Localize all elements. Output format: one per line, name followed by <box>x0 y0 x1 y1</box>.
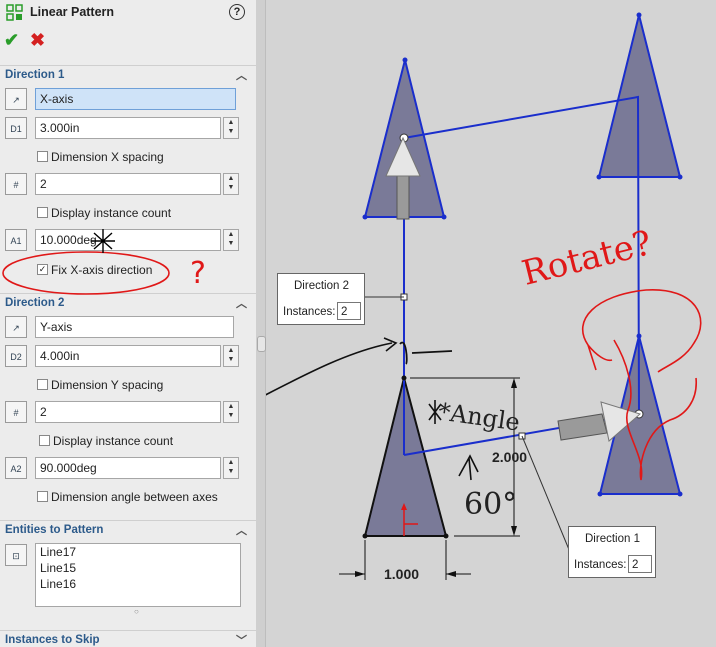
width-dimension-value[interactable]: 1.000 <box>384 566 419 582</box>
source-triangle <box>363 377 448 537</box>
direction2-spacing-input[interactable]: 4.000in <box>35 345 221 367</box>
direction1-spacing-input[interactable]: 3.000in <box>35 117 221 139</box>
ink-arrow-annotation <box>266 342 393 396</box>
direction1-spacing-spinner[interactable]: ▲ ▼ <box>223 117 239 139</box>
direction1-callout[interactable]: Direction 1 Instances: 2 <box>568 526 656 578</box>
display-instance-count-label-1: Display instance count <box>51 206 172 220</box>
direction2-header[interactable]: Direction 2 ︿ <box>0 293 256 314</box>
direction1-input[interactable]: X-axis <box>35 88 236 110</box>
direction2-instances-spinner[interactable]: ▲ ▼ <box>223 401 239 423</box>
expand-chevron-icon[interactable]: ﹀ <box>236 632 247 647</box>
dimension-x-spacing-label: Dimension X spacing <box>51 150 164 164</box>
ok-button[interactable]: ✔ <box>4 30 19 51</box>
panel-title: Linear Pattern <box>30 5 115 19</box>
direction1-instances-spinner[interactable]: ▲ ▼ <box>223 173 239 195</box>
question-mark-annotation: ? <box>190 256 206 291</box>
list-item[interactable]: Line15 <box>36 560 240 576</box>
instances-d1-icon: # <box>5 173 27 195</box>
panel-splitter[interactable] <box>256 0 266 647</box>
entities-header[interactable]: Entities to Pattern ︿ <box>0 520 256 541</box>
linear-pattern-icon <box>6 4 24 22</box>
cancel-button[interactable]: ✖ <box>30 30 45 51</box>
direction1-callout-title: Direction 1 <box>585 533 640 545</box>
splitter-grip[interactable] <box>257 336 266 352</box>
direction2-callout[interactable]: Direction 2 Instances: 2 <box>277 273 365 325</box>
direction2-spacing-spinner[interactable]: ▲ ▼ <box>223 345 239 367</box>
collapse-chevron-icon[interactable]: ︿ <box>236 295 247 311</box>
height-dimension-value[interactable]: 2.000 <box>492 449 527 465</box>
spacing-d2-icon: D2 <box>5 345 27 367</box>
resize-handle-icon[interactable]: ○ <box>134 607 139 616</box>
collapse-chevron-icon[interactable]: ︿ <box>236 522 247 538</box>
dimension-x-spacing-checkbox[interactable] <box>37 151 48 162</box>
dimension-angle-checkbox[interactable] <box>37 491 48 502</box>
direction1-instances-callout-input[interactable]: 2 <box>628 555 652 573</box>
direction1-callout-label: Instances: <box>574 559 627 571</box>
entities-header-label: Entities to Pattern <box>5 524 104 536</box>
skip-header-label: Instances to Skip <box>5 634 100 646</box>
direction2-header-label: Direction 2 <box>5 297 65 309</box>
entities-list[interactable]: Line17 Line15 Line16 <box>35 543 241 607</box>
angle-value-annotation: 60° <box>464 487 518 522</box>
direction1-header[interactable]: Direction 1 ︿ <box>0 65 256 86</box>
display-instance-count-checkbox-2[interactable] <box>39 435 50 446</box>
direction2-instances-callout-input[interactable]: 2 <box>337 302 361 320</box>
pattern-triangle-top-right <box>597 14 682 178</box>
entities-icon: ⊡ <box>5 544 27 566</box>
dimension-angle-label: Dimension angle between axes <box>51 490 218 504</box>
skip-header[interactable]: Instances to Skip ﹀ <box>0 630 256 647</box>
direction2-angle-input[interactable]: 90.000deg <box>35 457 221 479</box>
angle-a2-icon: A2 <box>5 457 27 479</box>
spacing-d1-icon: D1 <box>5 117 27 139</box>
direction2-callout-label: Instances: <box>283 306 336 318</box>
dimension-y-spacing-checkbox[interactable] <box>37 379 48 390</box>
direction2-callout-title: Direction 2 <box>294 280 349 292</box>
graphics-area[interactable]: Direction 2 Instances: 2 Direction 1 Ins… <box>266 0 716 647</box>
direction2-input[interactable]: Y-axis <box>35 316 234 338</box>
help-icon[interactable]: ? <box>229 4 245 20</box>
angle-a1-icon: A1 <box>5 229 27 251</box>
direction1-header-label: Direction 1 <box>5 69 65 81</box>
property-manager-panel: Linear Pattern ? ✔ ✖ Direction 1 ︿ ↗ X-a… <box>0 0 257 647</box>
direction1-angle-input[interactable]: 10.000deg <box>35 229 221 251</box>
display-instance-count-checkbox-1[interactable] <box>37 207 48 218</box>
instances-d2-icon: # <box>5 401 27 423</box>
dimension-y-spacing-label: Dimension Y spacing <box>51 378 164 392</box>
direction2-arrow-shaft <box>396 172 410 220</box>
display-instance-count-label-2: Display instance count <box>53 434 174 448</box>
fix-x-axis-label: Fix X-axis direction <box>51 263 153 277</box>
collapse-chevron-icon[interactable]: ︿ <box>236 67 247 83</box>
fix-x-axis-checkbox[interactable]: ✓ <box>37 264 48 275</box>
direction1-arrow-shaft <box>557 413 608 441</box>
list-item[interactable]: Line17 <box>36 544 240 560</box>
reverse-direction2-icon[interactable]: ↗ <box>5 316 27 338</box>
direction1-instances-input[interactable]: 2 <box>35 173 221 195</box>
direction2-angle-spinner[interactable]: ▲ ▼ <box>223 457 239 479</box>
reverse-direction1-icon[interactable]: ↗ <box>5 88 27 110</box>
direction2-instances-input[interactable]: 2 <box>35 401 221 423</box>
direction1-angle-spinner[interactable]: ▲ ▼ <box>223 229 239 251</box>
list-item[interactable]: Line16 <box>36 576 240 592</box>
